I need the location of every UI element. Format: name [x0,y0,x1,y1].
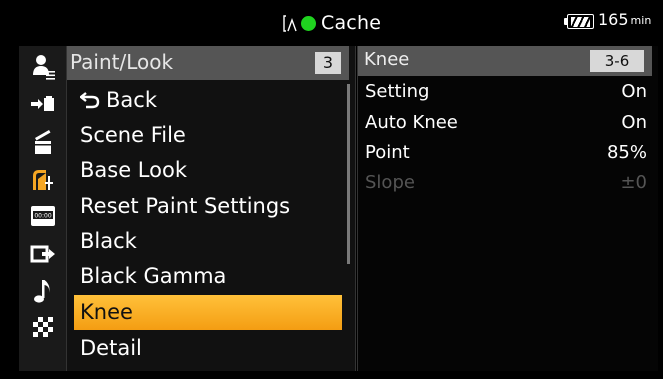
menu-item-reset-paint-settings[interactable]: Reset Paint Settings [74,189,342,224]
slope-value: ±0 [620,172,647,193]
status-bar: Cache 165 min [0,0,663,44]
category-icon-column: 00:00 [19,46,66,371]
menu-item-black-gamma[interactable]: Black Gamma [74,259,342,294]
paint-icon[interactable] [19,161,66,196]
setting-value: On [621,81,647,102]
menu-item-label: Back [106,88,157,112]
timecode-icon[interactable]: 00:00 [19,198,66,233]
point-label: Point [365,142,410,163]
menu-item-knee[interactable]: Knee [74,295,342,330]
menu-item-label: Detail [80,336,142,360]
clapper-icon[interactable] [19,124,66,159]
menu-item-label: Black [80,229,137,253]
menu-header: Paint/Look 3 [67,46,349,80]
user-icon[interactable] [19,48,66,83]
menu-item-label: Black Gamma [80,264,227,288]
menu-panel: Paint/Look 3 Back Scene File Base Look R… [66,46,356,371]
auto-knee-value: On [621,112,647,133]
setting-row[interactable]: Setting On [358,77,652,107]
battery-remaining: 165 [598,10,629,29]
output-icon[interactable] [19,236,66,271]
status-title: Cache [321,12,382,34]
detail-header-title: Knee [364,49,410,70]
detail-panel: Knee 3-6 Setting On Auto Knee On Point 8… [357,46,658,371]
battery-unit: min [630,14,652,27]
menu-item-scene-file[interactable]: Scene File [74,118,342,153]
slope-label: Slope [365,172,415,193]
battery-icon [564,14,594,29]
audio-icon[interactable] [19,273,66,308]
menu-page-number: 3 [315,52,341,74]
menu-item-back[interactable]: Back [74,83,342,118]
status-center: Cache [283,10,381,36]
menu-item-label: Base Look [80,158,187,182]
media-transfer-icon[interactable] [19,85,66,120]
auto-knee-row[interactable]: Auto Knee On [358,108,652,138]
menu-header-title: Paint/Look [70,50,174,74]
svg-text:00:00: 00:00 [34,212,51,219]
menu-item-base-look[interactable]: Base Look [74,153,342,188]
menu-item-black[interactable]: Black [74,224,342,259]
battery-indicator: 165 min [564,11,651,29]
slope-row: Slope ±0 [358,168,652,198]
menu-item-label: Knee [80,300,133,324]
menu-item-label: Scene File [80,123,186,147]
menu-item-label: Reset Paint Settings [80,194,291,218]
point-row[interactable]: Point 85% [358,138,652,168]
checker-icon[interactable] [19,309,66,344]
record-mode-icon [283,14,297,32]
auto-knee-label: Auto Knee [365,112,458,133]
detail-page-number: 3-6 [590,50,644,72]
menu-scrollbar[interactable] [347,84,350,264]
setting-label: Setting [365,81,430,102]
point-value: 85% [606,142,647,163]
back-arrow-icon [79,85,100,109]
cache-status-dot [301,15,316,31]
detail-header: Knee 3-6 [358,46,652,76]
menu-item-detail[interactable]: Detail [74,331,342,366]
